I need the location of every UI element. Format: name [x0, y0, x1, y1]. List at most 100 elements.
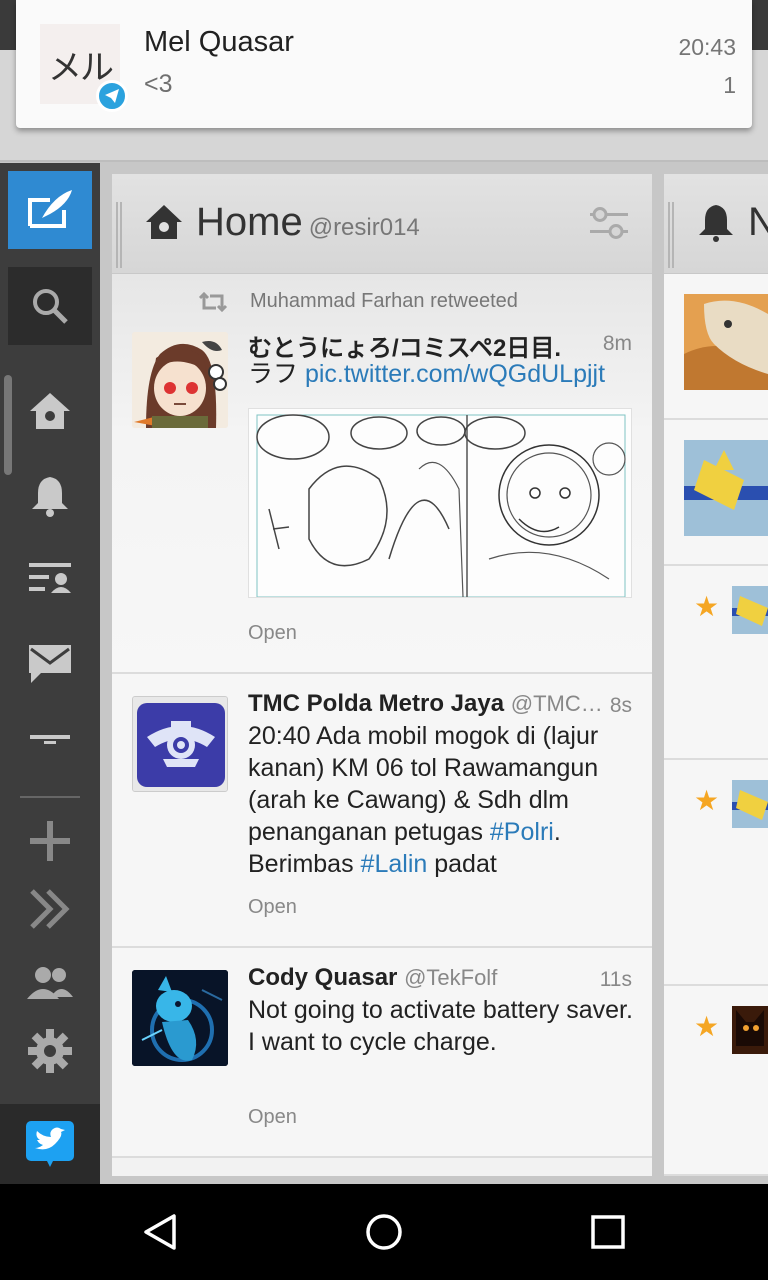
people-icon — [27, 967, 73, 999]
notification-time: 20:43 — [678, 34, 736, 60]
tweet-text-plain: ラフ — [248, 360, 305, 388]
hashtag-link[interactable]: #Lalin — [361, 850, 428, 878]
tweet-timestamp: 11s — [599, 968, 632, 991]
telegram-badge — [96, 80, 128, 112]
tweet-list: Muhammad Farhan retweeted むとうにょろ/コミスペ2日目… — [112, 274, 652, 1158]
notification-item[interactable] — [664, 274, 768, 420]
tweet-link[interactable]: pic.twitter.com/wQGdULpjjt — [305, 360, 605, 388]
notifications-column: N ★ ★ ★ — [664, 174, 768, 1176]
home-circle-icon — [366, 1214, 402, 1250]
tweet-timestamp: 8s — [609, 694, 632, 717]
gear-icon — [28, 1029, 72, 1073]
sidebar-item-home[interactable] — [0, 371, 100, 451]
avatar-image — [133, 697, 227, 791]
author-handle: @TekFolf — [404, 965, 498, 990]
twitter-account-button[interactable] — [0, 1104, 100, 1184]
avatar-image — [732, 1006, 768, 1054]
star-icon: ★ — [694, 785, 720, 816]
open-link[interactable]: Open — [248, 896, 297, 919]
star-icon: ★ — [694, 591, 720, 622]
avatar-image — [132, 332, 228, 428]
column-title: N — [748, 200, 768, 244]
retweet-indicator: Muhammad Farhan retweeted — [198, 290, 518, 313]
tweet-text: Not going to activate battery saver. I w… — [248, 994, 638, 1058]
tweet-item[interactable]: TMC Polda Metro Jaya @TMC… 8s 20:40 Ada … — [112, 674, 652, 948]
notification-item[interactable] — [664, 420, 768, 566]
author-name-text: TMC Polda Metro Jaya — [248, 690, 505, 717]
bell-icon — [699, 205, 733, 242]
column-subtitle: @resir014 — [308, 214, 420, 241]
hashtag-link[interactable]: #Polri — [490, 818, 554, 846]
sidebar-item-notifications[interactable] — [0, 455, 100, 535]
plus-icon — [30, 821, 70, 861]
tweet-item[interactable]: Muhammad Farhan retweeted むとうにょろ/コミスペ2日目… — [112, 274, 652, 674]
compose-icon — [28, 190, 72, 228]
column-title-text: Home — [196, 200, 303, 244]
tweet-author-name[interactable]: TMC Polda Metro Jaya @TMC… — [248, 690, 603, 718]
notification-item[interactable]: ★ — [664, 986, 768, 1176]
app-screen: 1 2 Home@resir014 — [0, 0, 768, 1280]
tweet-author-name[interactable]: Cody Quasar @TekFolf — [248, 964, 497, 992]
tweet-text-line: I want to cycle charge. — [248, 1028, 497, 1056]
notification-count: 1 — [723, 72, 736, 98]
notification-text: <3 — [144, 70, 173, 98]
home-button[interactable] — [350, 1198, 418, 1266]
back-button[interactable] — [126, 1198, 194, 1266]
notification-item[interactable]: ★ — [664, 760, 768, 986]
sketch-image — [249, 409, 631, 597]
home-icon — [30, 393, 70, 429]
compose-button[interactable] — [8, 171, 92, 249]
home-icon — [146, 205, 182, 239]
retweet-icon — [198, 291, 228, 312]
system-navigation-bar — [0, 1184, 768, 1280]
bell-icon — [32, 477, 68, 517]
tweet-text: ラフ pic.twitter.com/wQGdULpjjt — [248, 358, 638, 390]
tweet-text-line: Not going to activate battery saver. — [248, 996, 633, 1024]
sidebar-item-collapse[interactable] — [0, 699, 100, 779]
avatar[interactable] — [132, 970, 228, 1066]
chevrons-icon — [30, 889, 70, 929]
author-name-text: Cody Quasar — [248, 964, 398, 991]
notifications-column-header[interactable]: N — [664, 174, 768, 274]
column-drag-handle[interactable] — [668, 202, 674, 268]
expand-button[interactable] — [0, 869, 100, 949]
twitter-icon — [26, 1121, 74, 1167]
star-icon: ★ — [694, 1011, 720, 1042]
notification-banner[interactable]: メル Mel Quasar <3 20:43 1 — [16, 0, 752, 128]
notification-item[interactable]: ★ — [664, 566, 768, 760]
sidebar-item-messages[interactable] — [0, 623, 100, 703]
author-handle: @TMC… — [510, 691, 603, 716]
tweet-text-part: padat — [427, 850, 497, 878]
open-link[interactable]: Open — [248, 622, 297, 645]
mail-icon — [29, 645, 71, 683]
tweet-text: 20:40 Ada mobil mogok di (lajur kanan) K… — [248, 720, 638, 880]
settings-button[interactable] — [0, 1011, 100, 1091]
avatar-image — [684, 440, 768, 536]
tweet-timestamp: 8m — [602, 332, 632, 355]
sidebar — [0, 163, 100, 1184]
home-column-header[interactable]: Home @resir014 — [112, 174, 652, 274]
retweeted-by-text: Muhammad Farhan retweeted — [250, 290, 518, 312]
tweet-item[interactable]: Cody Quasar @TekFolf 11s Not going to ac… — [112, 948, 652, 1158]
tweet-media-image[interactable] — [248, 408, 632, 598]
search-button[interactable] — [8, 267, 92, 345]
notification-title: Mel Quasar — [144, 26, 294, 58]
open-link[interactable]: Open — [248, 1106, 297, 1129]
column-options-icon[interactable] — [588, 206, 630, 240]
lists-icon — [29, 563, 71, 593]
back-icon — [144, 1214, 176, 1250]
avatar[interactable] — [132, 332, 228, 428]
search-icon — [33, 289, 68, 324]
avatar-image — [732, 586, 768, 634]
avatar[interactable] — [132, 696, 228, 792]
avatar-image — [732, 780, 768, 828]
home-column: Home@resir014 Muhammad Farhan retweeted — [112, 174, 652, 1176]
column-drag-handle[interactable] — [116, 202, 122, 268]
sidebar-divider — [20, 796, 80, 798]
recents-button[interactable] — [574, 1198, 642, 1266]
telegram-icon — [105, 89, 119, 103]
sidebar-item-lists[interactable] — [0, 539, 100, 619]
avatar-image — [132, 970, 228, 1066]
minus-icon — [30, 735, 70, 744]
column-title: Home @resir014 — [196, 200, 420, 245]
